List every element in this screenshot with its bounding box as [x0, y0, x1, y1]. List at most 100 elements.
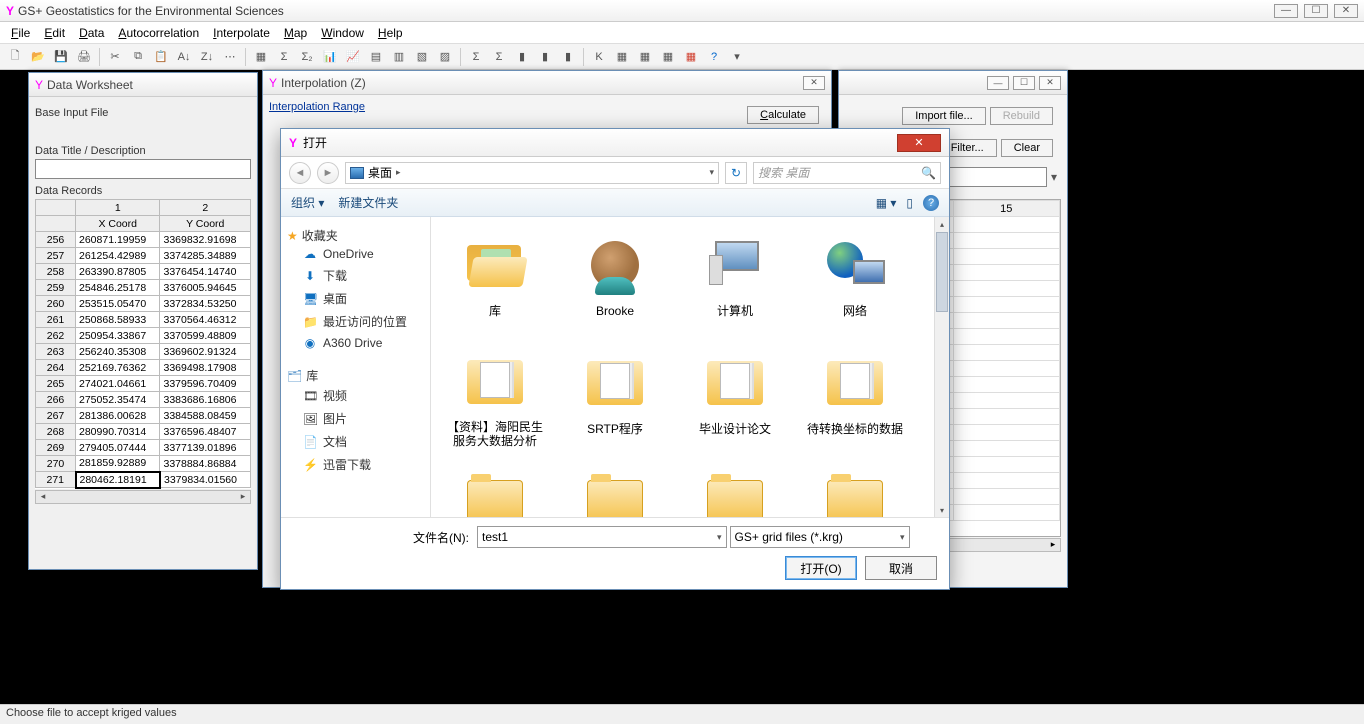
view2-icon[interactable]: ▦ — [635, 47, 655, 67]
interp-close-button[interactable]: ✕ — [803, 76, 825, 90]
tree-a360[interactable]: ◉A360 Drive — [287, 333, 424, 353]
interpolation-range-link[interactable]: Interpolation Range — [263, 95, 371, 113]
file-list-scrollbar[interactable]: ▴▾ — [934, 217, 949, 517]
bars2-icon[interactable]: ▮ — [535, 47, 555, 67]
dropdown-icon[interactable]: ▾ — [727, 47, 747, 67]
menu-interpolate[interactable]: Interpolate — [207, 24, 276, 42]
refresh-button[interactable]: ↻ — [725, 162, 747, 184]
cut-icon[interactable]: ✂ — [105, 47, 125, 67]
cancel-button[interactable]: 取消 — [865, 556, 937, 580]
save-icon[interactable]: 💾 — [51, 47, 71, 67]
tree-recent[interactable]: 📁最近访问的位置 — [287, 310, 424, 333]
data-title-input[interactable] — [35, 159, 251, 179]
favorites-section[interactable]: ★收藏夹 — [287, 227, 424, 244]
paste-icon[interactable]: 📋 — [151, 47, 171, 67]
table-row[interactable]: 268280990.703143376596.48407 — [36, 424, 251, 440]
table-row[interactable]: 266275052.354743383686.16806 — [36, 392, 251, 408]
filetype-select[interactable]: GS+ grid files (*.krg)▾ — [730, 526, 910, 548]
file-item-folder1[interactable]: 【资料】海阳民生服务大数据分析 — [439, 343, 551, 453]
grid1-icon[interactable]: ▤ — [366, 47, 386, 67]
dialog-close-button[interactable]: ✕ — [897, 134, 941, 152]
file-item-libraries[interactable]: 库 — [439, 225, 551, 335]
bars3-icon[interactable]: ▮ — [558, 47, 578, 67]
file-item-folder-more1[interactable] — [439, 461, 551, 517]
format-icon[interactable]: ⋯ — [220, 47, 240, 67]
preview-pane-button[interactable]: ▯ — [906, 196, 913, 210]
view-mode-button[interactable]: ▦ ▾ — [876, 196, 897, 210]
table-row[interactable]: 261250868.589333370564.46312 — [36, 312, 251, 328]
table-row[interactable]: 265274021.046613379596.70409 — [36, 376, 251, 392]
table-row[interactable]: 256260871.199593369832.91698 — [36, 232, 251, 248]
sort-asc-icon[interactable]: A↓ — [174, 47, 194, 67]
rpane-close-button[interactable]: ✕ — [1039, 76, 1061, 90]
sigma-icon[interactable]: Σ — [274, 47, 294, 67]
nav-back-button[interactable]: ◄ — [289, 162, 311, 184]
grid3-icon[interactable]: ▧ — [412, 47, 432, 67]
help-button[interactable]: ? — [923, 195, 939, 211]
tree-pictures[interactable]: 🖼图片 — [287, 407, 424, 430]
table-row[interactable]: 257261254.429893374285.34889 — [36, 248, 251, 264]
calculate-button[interactable]: Calculate — [747, 106, 819, 124]
grid2-icon[interactable]: ▥ — [389, 47, 409, 67]
open-button[interactable]: 打开(O) — [785, 556, 857, 580]
close-button[interactable]: ✕ — [1334, 4, 1358, 18]
table-row[interactable]: 269279405.074443377139.01896 — [36, 440, 251, 456]
import-file-button[interactable]: Import file... — [902, 107, 985, 125]
libraries-section[interactable]: 🗂库 — [287, 367, 424, 384]
new-folder-button[interactable]: 新建文件夹 — [338, 194, 398, 211]
horizontal-scrollbar[interactable]: ◂▸ — [35, 490, 251, 504]
filename-input[interactable] — [477, 526, 727, 548]
rpane-minimize-button[interactable]: — — [987, 76, 1009, 90]
rpane-maximize-button[interactable]: ☐ — [1013, 76, 1035, 90]
new-file-icon[interactable]: 🗋 — [5, 47, 25, 67]
menu-file[interactable]: File — [5, 24, 36, 42]
table-row[interactable]: 270281859.928893378884.86884 — [36, 456, 251, 472]
view1-icon[interactable]: ▦ — [612, 47, 632, 67]
copy-icon[interactable]: ⧉ — [128, 47, 148, 67]
data-records-table[interactable]: 12 X CoordY Coord 256260871.199593369832… — [35, 199, 251, 489]
help-icon[interactable]: ? — [704, 47, 724, 67]
sigma2-icon[interactable]: Σ₂ — [297, 47, 317, 67]
table-row[interactable]: 267281386.006283384588.08459 — [36, 408, 251, 424]
table-row[interactable]: 264252169.763623369498.17908 — [36, 360, 251, 376]
minimize-button[interactable]: — — [1274, 4, 1298, 18]
bars1-icon[interactable]: ▮ — [512, 47, 532, 67]
view3-icon[interactable]: ▦ — [658, 47, 678, 67]
sum2-icon[interactable]: Σ — [489, 47, 509, 67]
menu-data[interactable]: Data — [73, 24, 110, 42]
clear-button[interactable]: Clear — [1001, 139, 1053, 157]
menu-map[interactable]: Map — [278, 24, 313, 42]
menu-help[interactable]: Help — [372, 24, 409, 42]
maximize-button[interactable]: ☐ — [1304, 4, 1328, 18]
table-row[interactable]: 271280462.181913379834.01560 — [36, 472, 251, 488]
file-item-folder-more4[interactable] — [799, 461, 911, 517]
file-item-folder-more2[interactable] — [559, 461, 671, 517]
table-icon[interactable]: ▦ — [251, 47, 271, 67]
file-item-folder4[interactable]: 待转换坐标的数据 — [799, 343, 911, 453]
table-row[interactable]: 259254846.251783376005.94645 — [36, 280, 251, 296]
file-item-computer[interactable]: 计算机 — [679, 225, 791, 335]
sort-desc-icon[interactable]: Z↓ — [197, 47, 217, 67]
cursor-icon[interactable]: K — [589, 47, 609, 67]
graph-icon[interactable]: 📈 — [343, 47, 363, 67]
organize-button[interactable]: 组织 ▾ — [291, 194, 324, 211]
breadcrumb[interactable]: 桌面 ▸ ▾ — [345, 162, 719, 184]
file-item-network[interactable]: 网络 — [799, 225, 911, 335]
search-input[interactable]: 搜索 桌面 🔍 — [753, 162, 941, 184]
file-item-user[interactable]: Brooke — [559, 225, 671, 335]
table-row[interactable]: 263256240.353083369602.91324 — [36, 344, 251, 360]
table-row[interactable]: 258263390.878053376454.14740 — [36, 264, 251, 280]
tree-videos[interactable]: 🎞视频 — [287, 384, 424, 407]
menu-edit[interactable]: Edit — [38, 24, 71, 42]
tree-thunder[interactable]: ⚡迅雷下载 — [287, 453, 424, 476]
tree-downloads[interactable]: ⬇下载 — [287, 264, 424, 287]
grid4-icon[interactable]: ▨ — [435, 47, 455, 67]
tree-onedrive[interactable]: ☁OneDrive — [287, 244, 424, 264]
menu-window[interactable]: Window — [315, 24, 370, 42]
file-item-folder-more3[interactable] — [679, 461, 791, 517]
chart-icon[interactable]: 📊 — [320, 47, 340, 67]
file-item-folder2[interactable]: SRTP程序 — [559, 343, 671, 453]
file-item-folder3[interactable]: 毕业设计论文 — [679, 343, 791, 453]
table-row[interactable]: 262250954.338673370599.48809 — [36, 328, 251, 344]
table-row[interactable]: 260253515.054703372834.53250 — [36, 296, 251, 312]
